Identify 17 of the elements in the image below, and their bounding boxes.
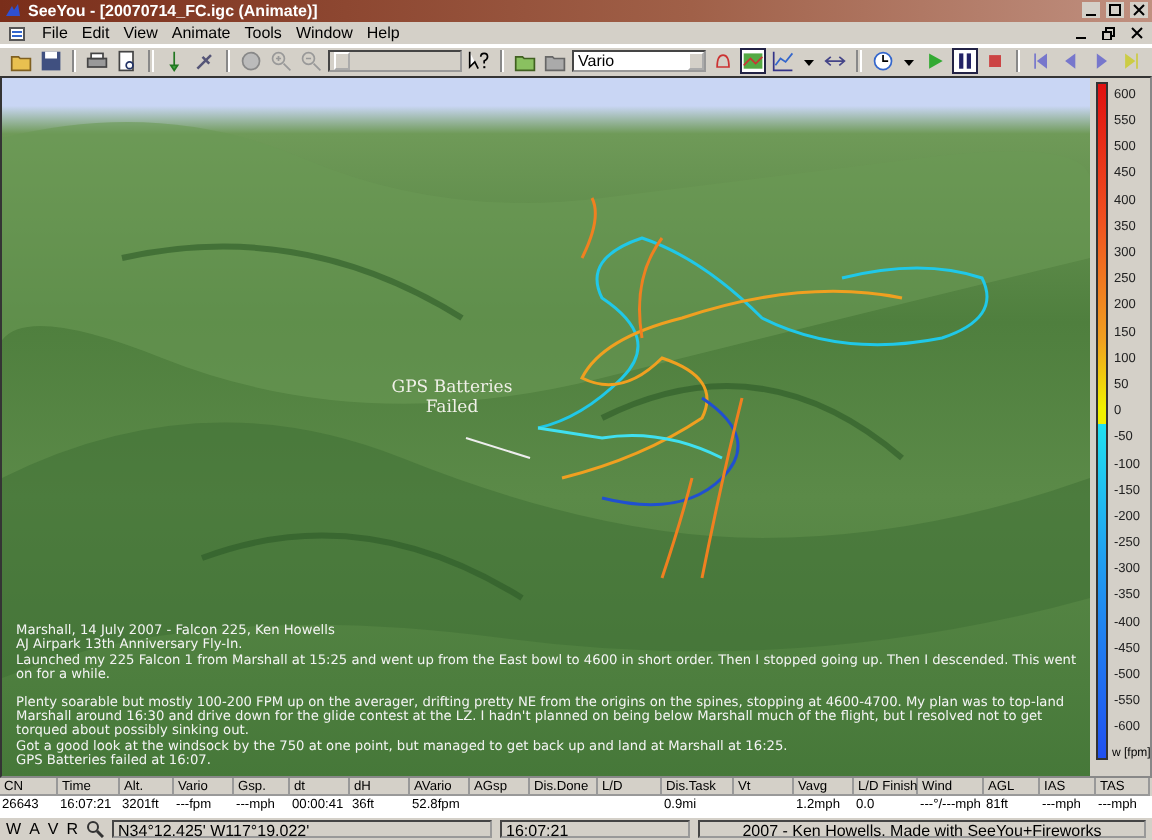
menu-item[interactable]: Edit [81,23,110,42]
menu-item[interactable]: Tools [244,23,282,42]
mode-indicator[interactable]: A [29,820,40,839]
variable-dropdown[interactable]: Vario [572,50,707,73]
menu-item[interactable]: Window [295,23,353,42]
time-readout: 16:07:21 [500,820,691,839]
coordinates-readout: N34°12.425' W117°19.022' [112,820,493,839]
menu-item[interactable]: Help [366,23,400,42]
map-annotation: GPS Batteries Failed [389,377,515,418]
mode-indicator[interactable]: V [47,820,59,839]
credit-text: 2007 - Ken Howells. Made with SeeYou+Fireworks [698,820,1146,839]
menu-item[interactable]: File [42,23,68,42]
menu-item[interactable]: Animate [171,23,231,42]
window-title: SeeYou - [20070714_FC.igc (Animate)] [28,1,318,20]
menu-item[interactable]: View [123,23,158,42]
mode-indicator[interactable]: R [66,820,79,839]
mode-indicator[interactable]: W [6,820,22,839]
